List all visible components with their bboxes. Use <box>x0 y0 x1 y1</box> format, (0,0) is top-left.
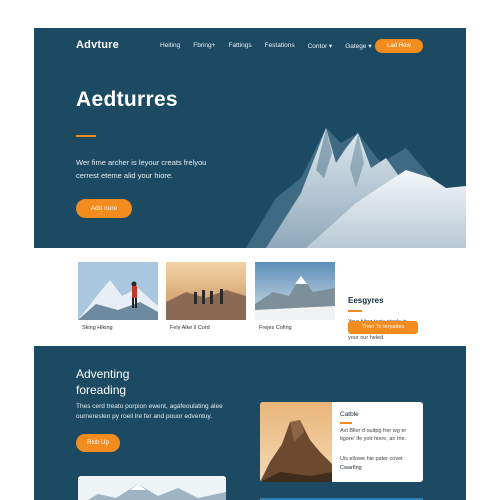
nav-item-fattings[interactable]: Fattings <box>228 42 251 50</box>
top-nav: Advture Heiting Fbring+ Fattings Festati… <box>34 28 466 64</box>
rock-peak-photo-icon <box>260 402 332 482</box>
snow-mountain-photo-icon <box>78 476 226 500</box>
peak-photo-icon <box>255 262 335 320</box>
hero-subtitle: Wer fime archer is leyour creats frelyou… <box>76 158 207 180</box>
hero-cta-button[interactable]: Add nure <box>76 199 132 218</box>
section-title: Adventing foreading <box>76 366 129 398</box>
chevron-down-icon: ▾ <box>366 43 372 50</box>
info-card-link[interactable]: Cwarfing <box>340 465 362 471</box>
nav-item-label: Festations <box>264 42 295 49</box>
section-title-line: Adventing <box>76 367 130 381</box>
card-image-peak[interactable] <box>255 262 335 320</box>
card-caption: Fely Alke il Cord <box>170 325 210 331</box>
info-card-divider <box>340 422 352 424</box>
group-hike-photo-icon <box>166 262 246 320</box>
card-caption: Frejes Cofing <box>259 325 292 331</box>
side-panel-button[interactable]: Then To teryattes <box>348 321 418 334</box>
hero-title: Aedturres <box>76 88 178 111</box>
section-button[interactable]: Rlob Up <box>76 434 120 452</box>
section-text: Thes cerd treato porpion ewent, agafeoul… <box>76 403 223 420</box>
nav-item-label: Gatege <box>345 43 367 50</box>
hero-mountain-image <box>246 128 466 248</box>
nav-cta-button[interactable]: Lad Rew <box>375 39 423 53</box>
nav-item-contor[interactable]: Contor ▾ <box>308 42 333 50</box>
info-card-title: Catble <box>340 411 359 418</box>
info-card[interactable]: Catble Avt Bller d ouitpg frer wg er tig… <box>260 402 423 482</box>
nav-item-label: Fbring+ <box>193 42 216 49</box>
hiker-photo-icon <box>78 262 158 320</box>
nav-item-label: Fattings <box>228 42 252 49</box>
bottom-mountain-image <box>78 476 226 500</box>
nav-item-fbring[interactable]: Fbring+ <box>193 42 215 50</box>
landing-page: Advture Heiting Fbring+ Fattings Festati… <box>34 28 466 500</box>
info-card-text: Avt Bller d ouitpg frer wg er tigore' if… <box>340 428 407 442</box>
side-panel-title: Eesgyres <box>348 296 384 305</box>
nav-menu: Heiting Fbring+ Fattings Festations Cont… <box>160 42 385 50</box>
chevron-down-icon: ▾ <box>327 43 333 50</box>
hero-divider <box>76 135 96 137</box>
info-card-note: Uis ellowe hie pater covet <box>340 456 403 462</box>
brand-logo[interactable]: Advture <box>76 39 119 51</box>
nav-item-festations[interactable]: Festations <box>265 42 295 50</box>
section-title-line: foreading <box>76 383 127 397</box>
side-panel-divider <box>348 310 362 312</box>
nav-item-label: Contor <box>307 43 328 50</box>
nav-item-heiting[interactable]: Heiting <box>160 42 180 50</box>
card-image-hiker[interactable] <box>78 262 158 320</box>
card-image-group[interactable] <box>166 262 246 320</box>
card-caption: Sking Hiking <box>82 325 113 331</box>
nav-item-gatege[interactable]: Gatege ▾ <box>345 42 371 50</box>
nav-item-label: Heiting <box>160 42 181 49</box>
